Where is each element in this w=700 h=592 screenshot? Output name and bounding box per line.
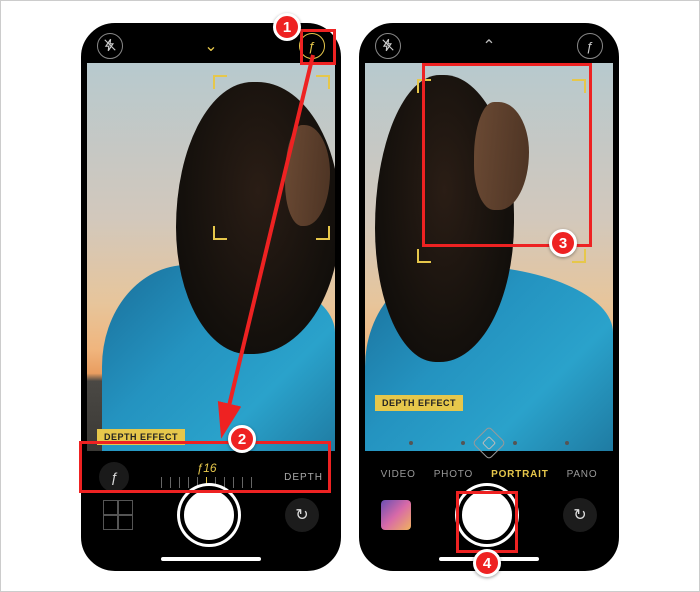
camera-mode-item[interactable]: PHOTO — [434, 469, 473, 480]
switch-camera-button[interactable]: ↻ — [563, 498, 597, 532]
annotation-highlight-box — [300, 29, 336, 65]
focus-corner-icon — [316, 75, 330, 89]
flash-toggle-button[interactable] — [97, 33, 123, 59]
focus-corner-icon — [213, 226, 227, 240]
annotation-step-3: 3 — [549, 229, 577, 257]
camera-top-bar: ⌃ ƒ — [365, 29, 613, 63]
last-photo-thumbnail[interactable] — [381, 500, 411, 530]
focus-corner-icon — [213, 75, 227, 89]
flash-off-icon — [103, 38, 117, 55]
home-indicator[interactable] — [161, 557, 261, 561]
focus-corner-icon — [417, 249, 431, 263]
camera-mode-item[interactable]: PANO — [567, 469, 598, 480]
flash-off-icon — [381, 38, 395, 55]
controls-expand-chevron[interactable]: ⌄ — [204, 36, 217, 56]
camera-mode-item-active[interactable]: PORTRAIT — [491, 469, 549, 480]
annotation-step-1: 1 — [273, 13, 301, 41]
grid-toggle-icon[interactable] — [103, 500, 133, 530]
flash-toggle-button[interactable] — [375, 33, 401, 59]
annotation-highlight-box — [456, 491, 518, 553]
annotation-step-4: 4 — [473, 549, 501, 577]
aperture-f-icon: ƒ — [586, 39, 593, 54]
camera-mode-item[interactable]: VIDEO — [381, 469, 416, 480]
camera-viewfinder[interactable]: DEPTH EFFECT — [87, 63, 335, 451]
aperture-button[interactable]: ƒ — [577, 33, 603, 59]
annotation-highlight-box — [79, 441, 331, 493]
switch-camera-icon: ↻ — [573, 505, 586, 525]
annotation-highlight-box — [422, 63, 592, 247]
controls-collapse-chevron[interactable]: ⌃ — [482, 36, 495, 56]
switch-camera-button[interactable]: ↻ — [285, 498, 319, 532]
annotation-step-2: 2 — [228, 425, 256, 453]
switch-camera-icon: ↻ — [295, 505, 308, 525]
focus-corner-icon — [316, 226, 330, 240]
shutter-button[interactable] — [180, 486, 238, 544]
portrait-lighting-row[interactable] — [365, 425, 613, 461]
depth-effect-badge: DEPTH EFFECT — [375, 395, 463, 411]
